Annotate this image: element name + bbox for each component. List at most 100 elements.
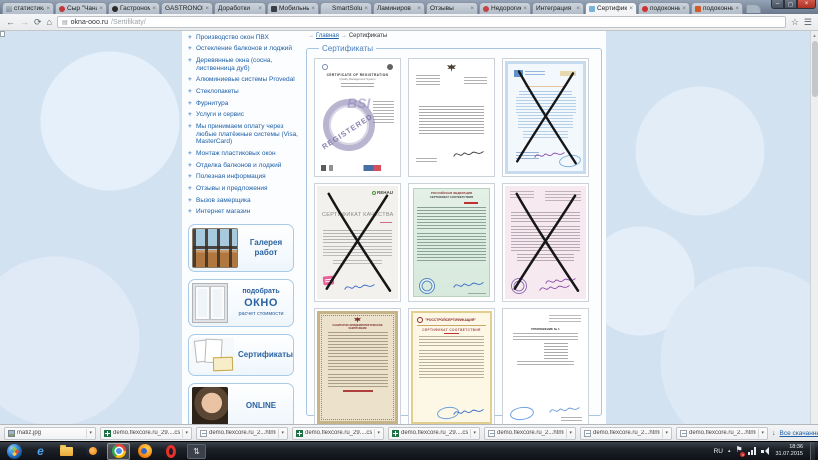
minimize-button[interactable]: – xyxy=(771,0,784,9)
address-bar[interactable]: ▤ okna-ooo.ru /Sertifikaty/ xyxy=(57,16,786,28)
tab-close-icon[interactable]: × xyxy=(46,6,50,12)
reload-icon[interactable]: ⟳ xyxy=(34,18,42,27)
tab-close-icon[interactable]: × xyxy=(311,6,315,12)
tab-close-icon[interactable]: × xyxy=(735,6,739,12)
tab-close-icon[interactable]: × xyxy=(523,6,527,12)
tab-close-icon[interactable]: × xyxy=(205,6,209,12)
browser-tab[interactable]: GASTRONOM× xyxy=(161,2,213,14)
volume-icon[interactable] xyxy=(761,447,770,455)
home-icon[interactable]: ⌂ xyxy=(47,18,52,27)
tab-close-icon[interactable]: × xyxy=(629,6,633,12)
chevron-down-icon[interactable]: ▾ xyxy=(665,430,668,436)
download-item[interactable]: demo.flexcore.ru_29....csv▾ xyxy=(100,427,192,440)
browser-tab[interactable]: подоконни× xyxy=(691,2,743,14)
browser-tab[interactable]: Гастроном× xyxy=(108,2,160,14)
taskbar-media-player[interactable] xyxy=(81,443,104,460)
back-icon[interactable]: ← xyxy=(6,18,15,27)
chevron-down-icon[interactable]: ▾ xyxy=(569,430,572,436)
sidebar-nav-item[interactable]: Мы принимаем оплату через любые платёжны… xyxy=(188,123,298,146)
browser-tab[interactable]: Недорогие× xyxy=(479,2,531,14)
certificate-thumbnail[interactable]: РОССИЙСКАЯ ФЕДЕРАЦИЯ СЕРТИФИКАТ СООТВЕТС… xyxy=(408,183,495,302)
download-item[interactable]: demo.flexcore.ru_2...html▾ xyxy=(196,427,288,440)
tab-close-icon[interactable]: × xyxy=(682,6,686,12)
download-item[interactable]: demo.flexcore.ru_29....csv▾ xyxy=(388,427,480,440)
sidebar-widget-certificates[interactable]: Сертификаты xyxy=(188,334,294,376)
certificate-thumbnail[interactable]: "РОССТРОЙСЕРТИФИКАЦИЯ" СЕРТИФИКАТ СООТВЕ… xyxy=(408,308,495,424)
sidebar-nav-item[interactable]: Алюминиевые системы Provedal xyxy=(188,76,298,84)
sidebar-nav-item[interactable]: Остекление балконов и лоджий xyxy=(188,45,298,53)
start-button[interactable] xyxy=(3,443,26,460)
taskbar-chrome[interactable] xyxy=(107,443,130,460)
sidebar-nav-item[interactable]: Стеклопакеты xyxy=(188,88,298,96)
sidebar-widget-window-calc[interactable]: подобрать ОКНО расчет стоимости xyxy=(188,279,294,327)
certificate-thumbnail[interactable]: ПРИЛОЖЕНИЕ № 1 xyxy=(502,308,589,424)
sidebar-nav-item[interactable]: Деревянные окна (сосна, лиственница дуб) xyxy=(188,57,298,72)
forward-icon[interactable]: → xyxy=(20,18,29,27)
download-item[interactable]: demo.flexcore.ru_29....csv▾ xyxy=(292,427,384,440)
taskbar-opera[interactable] xyxy=(159,443,182,460)
chevron-down-icon[interactable]: ▾ xyxy=(185,430,188,436)
browser-tab[interactable]: Доработки× xyxy=(214,2,266,14)
sidebar-nav-item[interactable]: Отзывы и предложения xyxy=(188,185,298,193)
show-desktop-button[interactable] xyxy=(810,442,815,460)
sidebar-nav-item[interactable]: Монтаж пластиковых окон xyxy=(188,150,298,158)
show-all-downloads-link[interactable]: Все скачанные файлы... xyxy=(780,430,818,437)
download-item[interactable]: matiz.jpg▾ xyxy=(4,427,96,440)
sidebar-nav-item[interactable]: Интернет магазин xyxy=(188,208,298,216)
download-item[interactable]: demo.flexcore.ru_2...html▾ xyxy=(676,427,768,440)
tab-close-icon[interactable]: × xyxy=(258,6,262,12)
taskbar-clock[interactable]: 18:36 31.07.2015 xyxy=(775,444,803,457)
page-scrollbar[interactable]: ▲ xyxy=(810,31,818,424)
chevron-down-icon[interactable]: ▾ xyxy=(89,430,92,436)
sidebar-nav-item[interactable]: Отделка балконов и лоджий xyxy=(188,162,298,170)
browser-tab[interactable]: SmartSoluti× xyxy=(320,2,372,14)
bookmark-star-icon[interactable]: ☆ xyxy=(791,18,799,27)
certificate-thumbnail[interactable] xyxy=(502,58,589,177)
download-item[interactable]: demo.flexcore.ru_2...html▾ xyxy=(580,427,672,440)
browser-tab[interactable]: Интеграция× xyxy=(532,2,584,14)
chevron-down-icon[interactable]: ▾ xyxy=(473,430,476,436)
certificate-thumbnail[interactable]: САНИТАРНО-ЭПИДЕМИОЛОГИЧЕСКОЕ ЗАКЛЮЧЕНИЕ xyxy=(314,308,401,424)
sidebar-nav-item[interactable]: Фурнитура xyxy=(188,100,298,108)
browser-tab[interactable]: Мобильный× xyxy=(267,2,319,14)
sidebar-widget-gallery[interactable]: Галерея работ xyxy=(188,224,294,272)
tab-close-icon[interactable]: × xyxy=(417,6,421,12)
menu-icon[interactable]: ☰ xyxy=(804,18,812,27)
certificate-thumbnail[interactable]: REHAU СЕРТИФИКАТ КАЧЕСТВА xyxy=(314,183,401,302)
download-item[interactable]: demo.flexcore.ru_2...html▾ xyxy=(484,427,576,440)
browser-tab[interactable]: статистика× xyxy=(2,2,54,14)
certificate-thumbnail[interactable] xyxy=(408,58,495,177)
tab-close-icon[interactable]: × xyxy=(470,6,474,12)
tab-close-icon[interactable]: × xyxy=(152,6,156,12)
chevron-down-icon[interactable]: ▾ xyxy=(281,430,284,436)
browser-tab[interactable]: Ламиниров× xyxy=(373,2,425,14)
tab-close-icon[interactable]: × xyxy=(99,6,103,12)
taskbar-internet-explorer[interactable]: e xyxy=(29,443,52,460)
sidebar-widget-online-consultant[interactable]: ONLINE xyxy=(188,383,294,424)
tab-close-icon[interactable]: × xyxy=(364,6,368,12)
scroll-up-icon[interactable]: ▲ xyxy=(811,31,818,40)
action-center-flag-icon[interactable]: × xyxy=(735,447,743,456)
taskbar-download-manager[interactable]: ⇅ xyxy=(185,443,208,460)
taskbar-firefox[interactable] xyxy=(133,443,156,460)
browser-tab[interactable]: Сыр "Чанах"× xyxy=(55,2,107,14)
scrollbar-thumb[interactable] xyxy=(812,41,818,97)
chevron-down-icon[interactable]: ▾ xyxy=(761,430,764,436)
certificate-thumbnail[interactable]: CERTIFICATE OF REGISTRATION Quality Mana… xyxy=(314,58,401,177)
network-icon[interactable] xyxy=(748,447,756,455)
hidden-icons-arrow-icon[interactable]: ▴ xyxy=(728,448,731,454)
browser-tab[interactable]: подоконни× xyxy=(638,2,690,14)
taskbar-file-explorer[interactable] xyxy=(55,443,78,460)
tab-close-icon[interactable]: × xyxy=(576,6,580,12)
certificate-thumbnail[interactable] xyxy=(502,183,589,302)
sidebar-nav-item[interactable]: Производство окон ПВХ xyxy=(188,34,298,42)
close-window-button[interactable]: × xyxy=(797,0,816,9)
maximize-button[interactable]: ◻ xyxy=(784,0,797,9)
language-indicator[interactable]: RU xyxy=(714,448,723,455)
browser-tab[interactable]: Отзывы× xyxy=(426,2,478,14)
browser-tab[interactable]: Сертификат× xyxy=(585,2,637,14)
sidebar-nav-item[interactable]: Услуги и сервис xyxy=(188,111,298,119)
sidebar-nav-item[interactable]: Вызов замерщика xyxy=(188,197,298,205)
new-tab-button[interactable] xyxy=(746,4,761,13)
chevron-down-icon[interactable]: ▾ xyxy=(377,430,380,436)
